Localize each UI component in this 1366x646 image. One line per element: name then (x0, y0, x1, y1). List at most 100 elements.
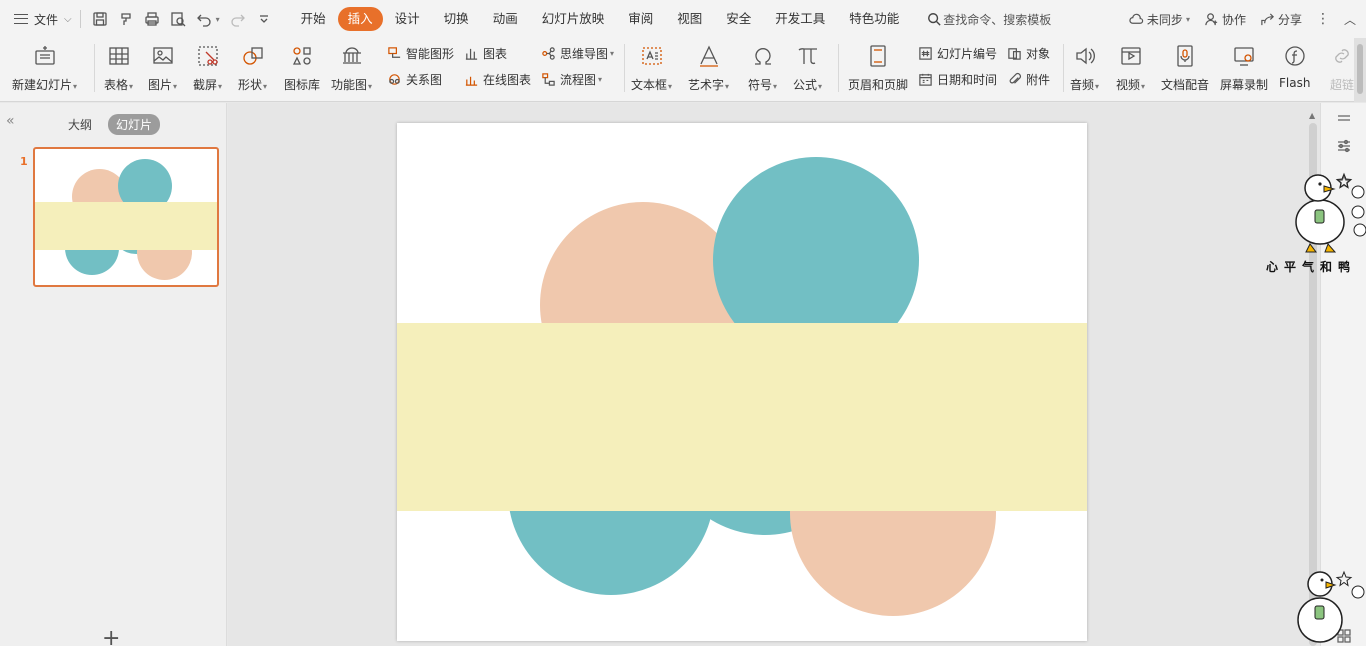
header-footer-button[interactable]: 页眉和页脚 (848, 42, 908, 93)
pane-handle-icon[interactable] (1335, 109, 1353, 127)
smart-art-button[interactable]: 智能图形 (387, 45, 454, 62)
date-time-button[interactable]: 日期和时间 (918, 71, 997, 88)
table-button[interactable]: 表格▾ (104, 42, 133, 93)
menu-bar: 文件 ⌵ ▾ 开始 插入 设计 切换 动画 幻灯片放映 审阅 视图 安全 开发工… (0, 0, 1366, 38)
slide-thumbnail[interactable] (33, 147, 219, 287)
hamburger-icon (14, 14, 28, 24)
table-label: 表格 (104, 78, 129, 92)
smart-art-icon (388, 47, 401, 58)
wordart-button[interactable]: 艺术字▾ (688, 42, 729, 93)
tab-transition[interactable]: 切换 (432, 7, 481, 31)
tab-view[interactable]: 视图 (665, 7, 714, 31)
mind-map-button[interactable]: 思维导图 ▾ (541, 45, 614, 62)
new-slide-icon (34, 46, 55, 65)
command-search[interactable]: 查找命令、搜索模板 (927, 11, 1051, 28)
tab-outline[interactable]: 大纲 (60, 114, 100, 135)
screenshot-label: 截屏 (193, 78, 218, 92)
tab-animation[interactable]: 动画 (481, 7, 530, 31)
tab-security[interactable]: 安全 (714, 7, 763, 31)
format-painter-icon[interactable] (115, 8, 137, 30)
flash-button[interactable]: Flash (1279, 42, 1310, 90)
wordart-icon (699, 45, 718, 67)
print-icon[interactable] (141, 8, 163, 30)
quick-access-toolbar: ▾ (89, 8, 275, 30)
undo-icon[interactable] (193, 8, 215, 30)
screenshot-button[interactable]: 截屏▾ (193, 42, 222, 93)
cloud-icon (1129, 13, 1144, 24)
date-time-label: 日期和时间 (937, 73, 998, 87)
textbox-button[interactable]: 文本框▾ (631, 42, 672, 93)
video-button[interactable]: 视频▾ (1116, 42, 1145, 93)
tab-features[interactable]: 特色功能 (837, 7, 911, 31)
duck-sticker-icon (1295, 172, 1366, 253)
object-button[interactable]: 对象 (1007, 45, 1050, 62)
ribbon-scrollbar[interactable] (1354, 38, 1366, 102)
chart-label: 图表 (483, 47, 508, 61)
relation-chart-button[interactable]: 关系图 (387, 71, 442, 88)
slide-number-button[interactable]: 幻灯片编号 (918, 45, 997, 62)
document-dubbing-button[interactable]: 文档配音 (1161, 42, 1209, 93)
divider (1063, 44, 1064, 92)
tab-review[interactable]: 审阅 (616, 7, 665, 31)
sticker-caption: 心平气和鸭 (1266, 260, 1357, 274)
tab-home[interactable]: 开始 (289, 7, 338, 31)
icon-library-icon (292, 47, 311, 65)
collapse-ribbon-icon[interactable]: ︿ (1344, 11, 1356, 28)
collaborate-button[interactable]: 协作 (1204, 11, 1246, 28)
screen-record-button[interactable]: 屏幕录制 (1220, 42, 1268, 93)
chart-button[interactable]: 图表 (464, 45, 507, 62)
panel-view-tabs: 大纲 幻灯片 (60, 114, 161, 135)
flow-chart-icon (542, 73, 555, 86)
tab-design[interactable]: 设计 (383, 7, 432, 31)
divider (79, 10, 81, 28)
undo-dropdown-icon[interactable]: ▾ (216, 15, 220, 24)
scroll-up-icon[interactable]: ▲ (1309, 111, 1315, 120)
flow-chart-button[interactable]: 流程图 ▾ (541, 71, 602, 88)
flow-chart-label: 流程图 (560, 73, 597, 87)
slide-canvas[interactable] (397, 123, 1087, 641)
add-slide-button[interactable]: + (102, 628, 120, 646)
duck-sticker-icon (1297, 570, 1365, 643)
picture-icon (152, 47, 173, 64)
shape-button[interactable]: 形状▾ (238, 42, 267, 93)
hyperlink-button[interactable]: 超链 (1328, 42, 1356, 93)
function-chart-button[interactable]: 功能图▾ (331, 42, 372, 93)
document-dubbing-label: 文档配音 (1161, 78, 1210, 92)
print-preview-icon[interactable] (167, 8, 189, 30)
search-icon (928, 13, 941, 26)
formula-button[interactable]: 公式▾ (793, 42, 822, 93)
online-chart-button[interactable]: 在线图表 (464, 71, 531, 88)
tab-developer[interactable]: 开发工具 (763, 7, 837, 31)
properties-sliders-icon[interactable] (1335, 137, 1353, 155)
object-label: 对象 (1026, 47, 1051, 61)
share-button[interactable]: 分享 (1260, 11, 1302, 28)
customize-toolbar-icon[interactable] (253, 8, 275, 30)
attachment-button[interactable]: 附件 (1007, 71, 1050, 88)
new-slide-button[interactable]: 新建幻灯片▾ (12, 42, 77, 93)
slide-number-icon (919, 47, 932, 60)
symbol-button[interactable]: 符号▾ (748, 42, 777, 93)
tab-slides[interactable]: 幻灯片 (108, 114, 161, 135)
file-menu[interactable]: 文件 ⌵ (0, 0, 72, 38)
relation-icon (389, 74, 400, 85)
menu-right-group: 未同步 ▾ 协作 分享 ⋮ ︿ (1129, 0, 1356, 38)
link-icon (1335, 49, 1349, 63)
sync-status-button[interactable]: 未同步 ▾ (1129, 11, 1190, 28)
divider (94, 44, 95, 92)
collapse-panel-icon[interactable]: « (6, 113, 15, 129)
audio-button[interactable]: 音频▾ (1070, 42, 1099, 93)
redo-icon[interactable] (227, 8, 249, 30)
picture-button[interactable]: 图片▾ (148, 42, 177, 93)
screen-record-icon (1234, 47, 1254, 66)
thumb-yellow-band (35, 202, 217, 250)
tab-insert[interactable]: 插入 (337, 7, 383, 31)
formula-label: 公式 (793, 78, 818, 92)
more-options-icon[interactable]: ⋮ (1316, 11, 1330, 27)
yellow-rectangle-shape[interactable] (397, 323, 1087, 511)
icon-library-button[interactable]: 图标库 (284, 42, 320, 93)
divider (838, 44, 839, 92)
sync-status-label: 未同步 (1146, 12, 1183, 27)
save-icon[interactable] (89, 8, 111, 30)
tab-slideshow[interactable]: 幻灯片放映 (530, 7, 617, 31)
flash-icon (1285, 46, 1305, 66)
